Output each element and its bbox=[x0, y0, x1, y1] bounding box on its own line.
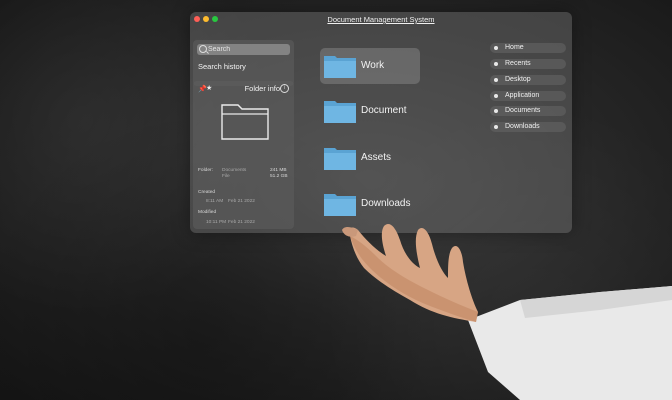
hand-illustration bbox=[342, 223, 672, 400]
